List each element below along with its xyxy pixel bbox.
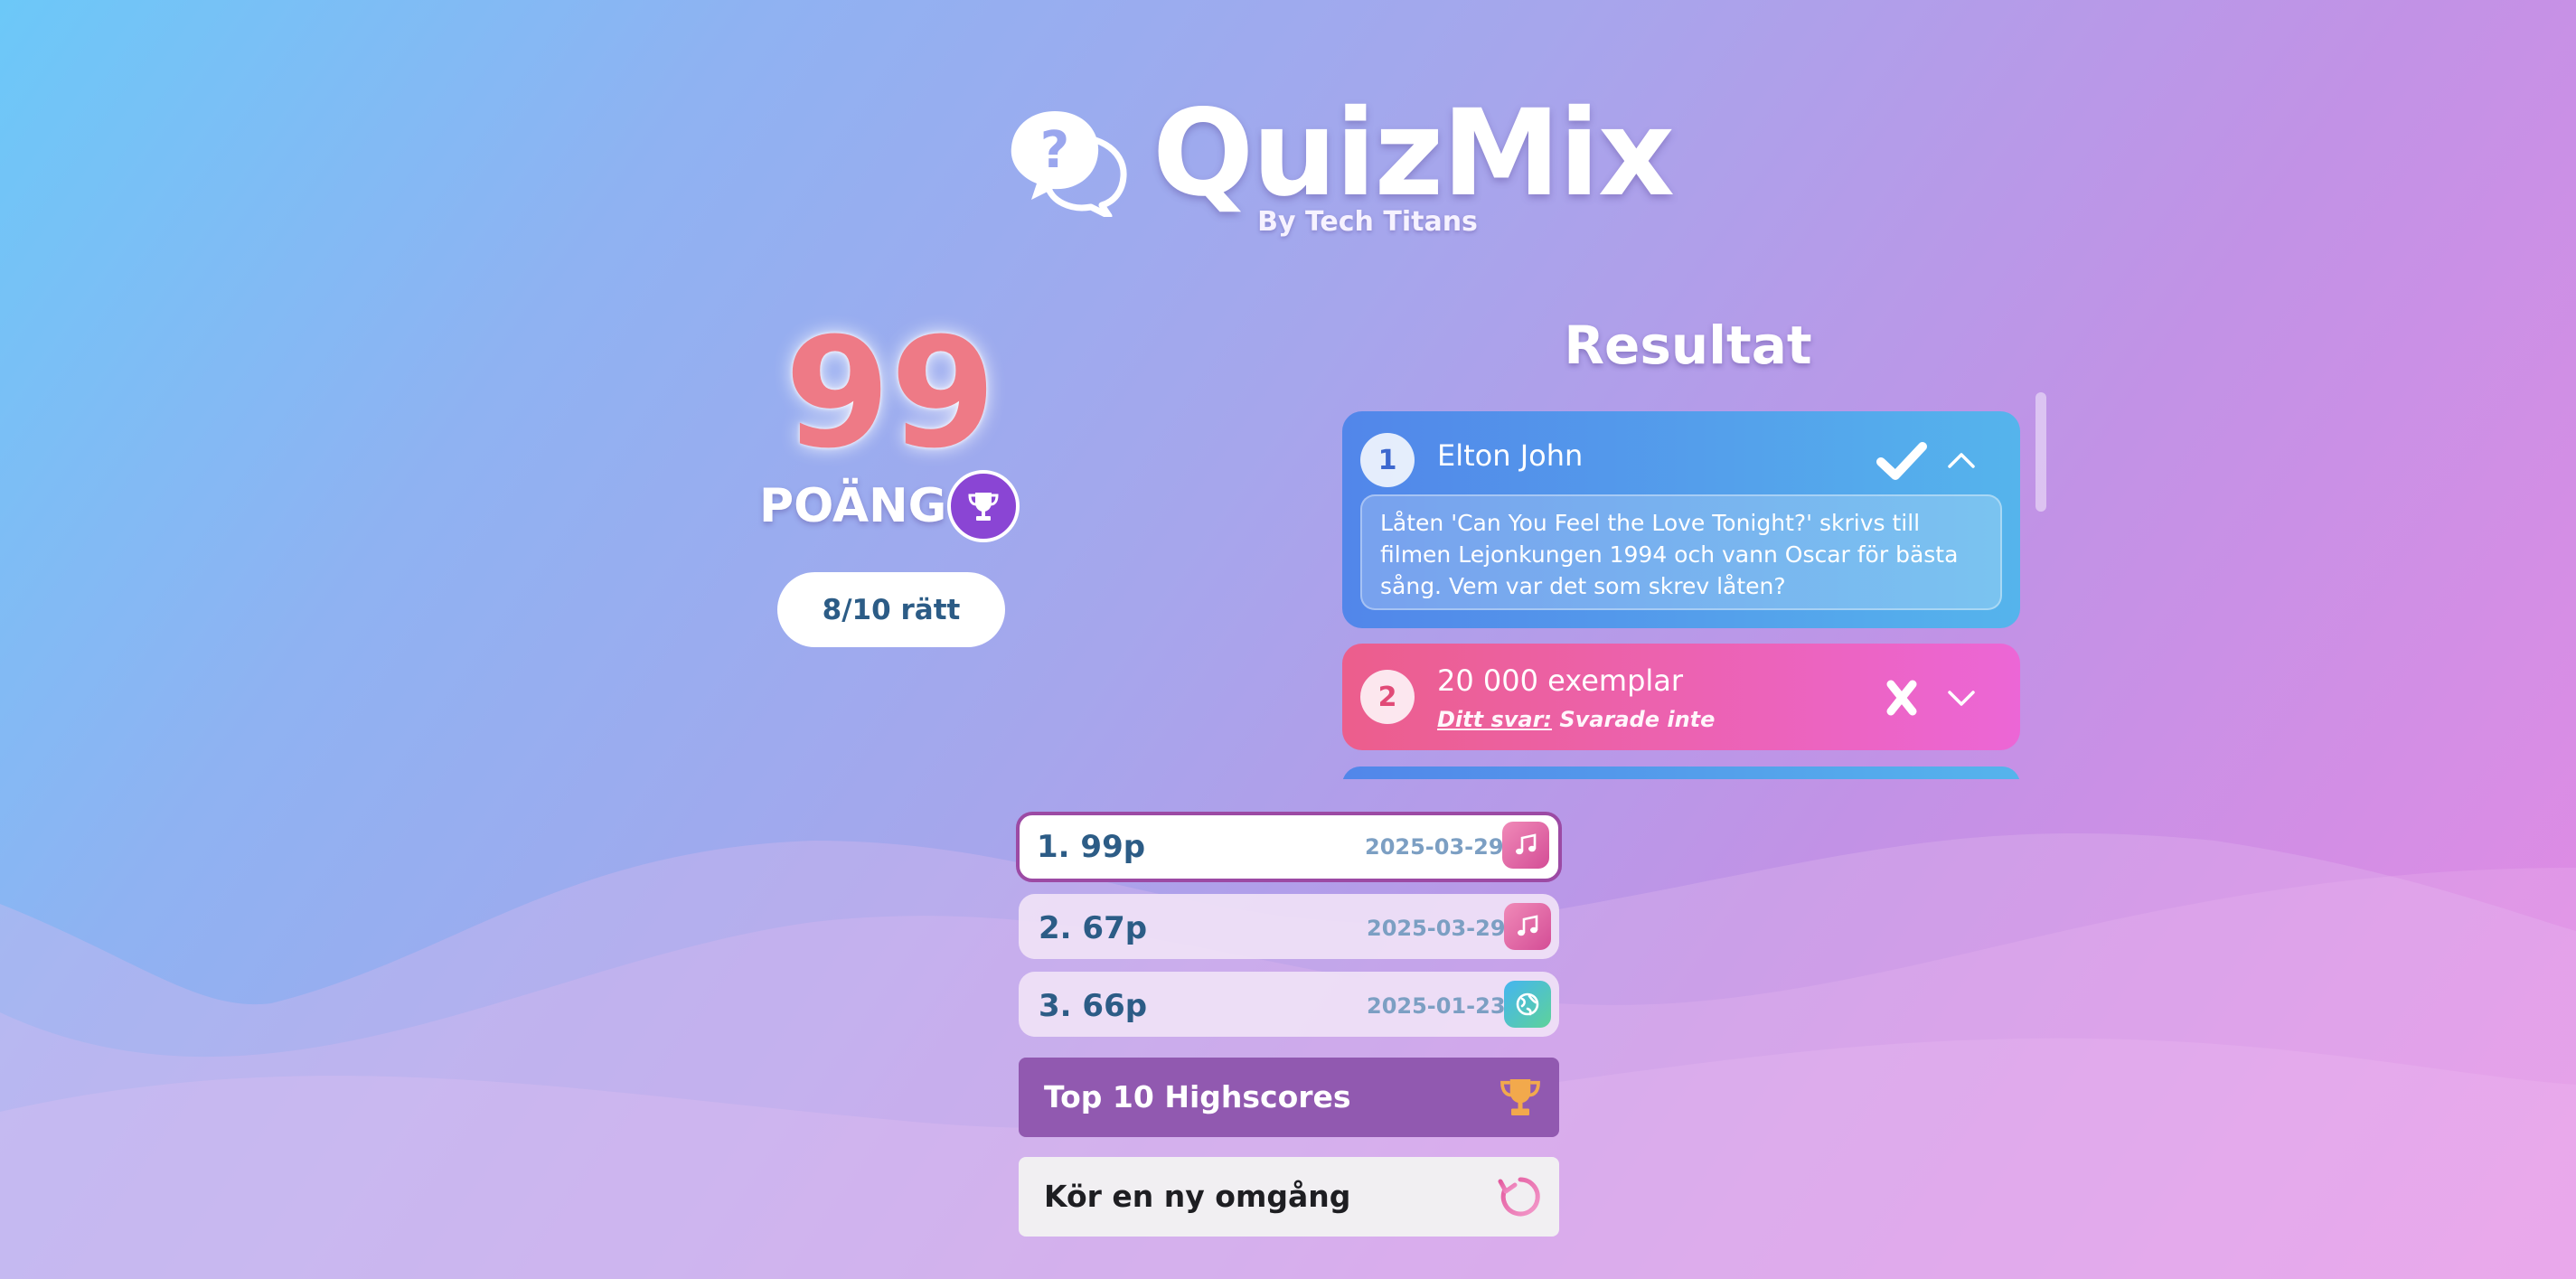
svg-text:?: ?: [1040, 121, 1069, 180]
app-header: ? QuizMix By Tech Titans: [1008, 90, 1675, 244]
trophy-badge: [947, 470, 1020, 542]
chevron-down-icon[interactable]: [1943, 682, 1979, 714]
globe-icon: [1504, 981, 1551, 1028]
question-number: 1: [1360, 433, 1415, 487]
app-brand-title: QuizMix: [1152, 84, 1675, 223]
refresh-icon: [1498, 1177, 1540, 1217]
highscore-rank: 1. 99p: [1037, 829, 1146, 865]
cross-icon: [1886, 680, 1917, 716]
score-points: 99: [785, 305, 996, 482]
your-answer-label: Ditt svar:: [1437, 707, 1553, 732]
correct-answer: 20 000 exemplar: [1437, 663, 1684, 698]
score-label: POÄNG: [759, 479, 947, 533]
trophy-icon: [1500, 1079, 1540, 1115]
your-answer: Ditt svar: Svarade inte: [1437, 707, 1715, 732]
highscore-rank: 2. 67p: [1039, 910, 1148, 946]
app-byline: By Tech Titans: [1257, 206, 1478, 238]
trophy-icon: [968, 493, 999, 521]
result-card-wrong[interactable]: 2 20 000 exemplar Ditt svar: Svarade int…: [1342, 644, 2020, 750]
score-label-row: POÄNG: [759, 470, 1030, 544]
top10-highscores-button[interactable]: Top 10 Highscores: [1019, 1058, 1559, 1137]
correct-answer: Elton John: [1437, 438, 1584, 473]
highscore-date: 2025-03-29: [1367, 916, 1506, 941]
results-scrollbar[interactable]: [2035, 392, 2046, 512]
results-title: Resultat: [1564, 315, 1812, 376]
new-round-label: Kör en ny omgång: [1044, 1179, 1351, 1214]
question-chat-icon: ?: [1011, 111, 1127, 217]
highscore-date: 2025-01-23: [1367, 993, 1506, 1019]
result-card-correct[interactable]: 1 Elton John Låten 'Can You Feel the Lov…: [1342, 411, 2020, 628]
highscore-date: 2025-03-29: [1365, 834, 1504, 860]
result-card-partial[interactable]: [1342, 766, 2020, 779]
your-answer-value: Svarade inte: [1559, 707, 1716, 732]
highscore-rank: 3. 66p: [1039, 988, 1148, 1024]
highscore-row: 3. 66p 2025-01-23: [1019, 972, 1559, 1037]
highscore-row: 2. 67p 2025-03-29: [1019, 894, 1559, 959]
check-icon: [1876, 442, 1927, 480]
new-round-button[interactable]: Kör en ny omgång: [1019, 1157, 1559, 1237]
correct-count-pill: 8/10 rätt: [777, 572, 1005, 647]
top10-highscores-label: Top 10 Highscores: [1044, 1079, 1351, 1114]
chevron-up-icon[interactable]: [1943, 444, 1979, 476]
question-number: 2: [1360, 670, 1415, 724]
results-list[interactable]: 1 Elton John Låten 'Can You Feel the Lov…: [1342, 409, 2020, 779]
question-text: Låten 'Can You Feel the Love Tonight?' s…: [1360, 494, 2002, 610]
music-note-icon: [1504, 903, 1551, 950]
music-note-icon: [1502, 822, 1549, 869]
highscore-row: 1. 99p 2025-03-29: [1016, 812, 1562, 882]
